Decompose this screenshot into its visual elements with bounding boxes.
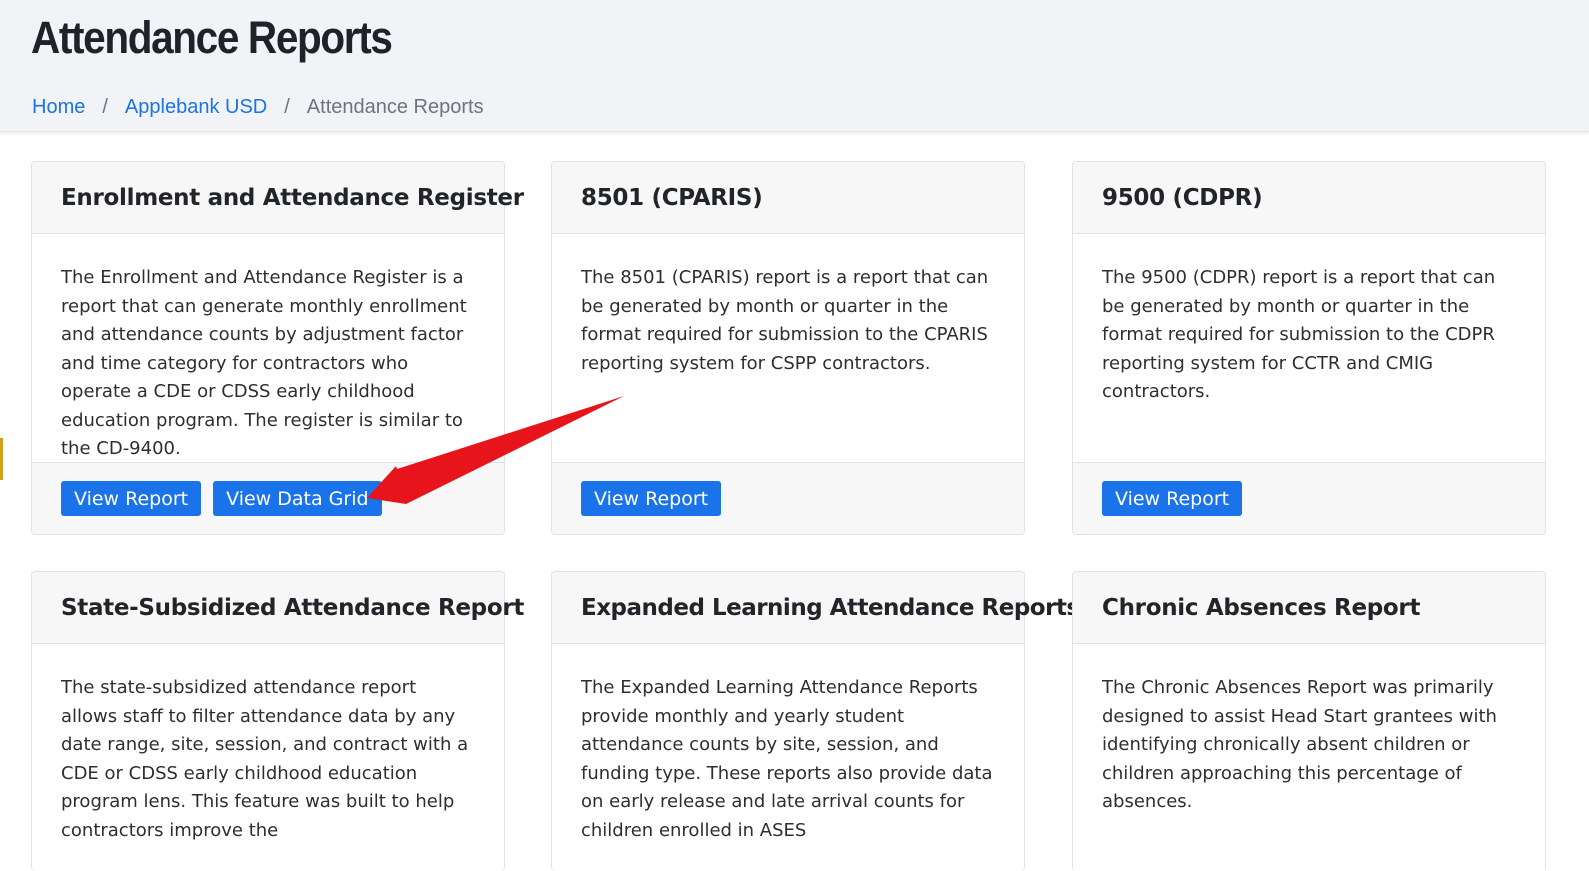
view-report-button[interactable]: View Report: [581, 481, 722, 516]
breadcrumb-separator: /: [102, 96, 108, 118]
card-enrollment-attendance-register: Enrollment and Attendance Register The E…: [31, 161, 524, 535]
card-description: The Enrollment and Attendance Register i…: [61, 267, 467, 459]
view-report-button[interactable]: View Report: [1102, 481, 1243, 516]
card-header: Expanded Learning Attendance Reports: [552, 572, 1080, 644]
breadcrumb-home-link[interactable]: Home: [32, 96, 85, 119]
breadcrumb-current: Attendance Reports: [306, 96, 484, 118]
page-header: Attendance Reports Home / Applebank USD …: [0, 0, 1589, 132]
card-chronic-absences: Chronic Absences Report The Chronic Abse…: [1072, 571, 1546, 871]
card-title: Chronic Absences Report: [1102, 594, 1421, 621]
card-title: 9500 (CDPR): [1102, 184, 1263, 211]
card-title: Enrollment and Attendance Register: [61, 184, 524, 211]
card-header: Enrollment and Attendance Register: [32, 162, 524, 234]
card-description: The 8501 (CPARIS) report is a report tha…: [581, 267, 989, 374]
card-footer: View Report: [1073, 462, 1545, 534]
card-header: State-Subsidized Attendance Report: [32, 572, 524, 644]
card-state-subsidized-attendance: State-Subsidized Attendance Report The s…: [31, 571, 524, 871]
card-header: 9500 (CDPR): [1073, 162, 1545, 234]
card-title: Expanded Learning Attendance Reports: [581, 594, 1080, 621]
card-footer: View Report View Data Grid: [32, 462, 504, 534]
card-9500-cdpr: 9500 (CDPR) The 9500 (CDPR) report is a …: [1072, 161, 1546, 535]
card-expanded-learning-attendance: Expanded Learning Attendance Reports The…: [551, 571, 1080, 871]
page-title: Attendance Reports: [31, 12, 393, 63]
view-report-button[interactable]: View Report: [61, 481, 202, 516]
card-description: The 9500 (CDPR) report is a report that …: [1102, 267, 1496, 402]
breadcrumb-separator: /: [284, 96, 290, 118]
card-description: The Expanded Learning Attendance Reports…: [581, 677, 993, 841]
view-data-grid-button[interactable]: View Data Grid: [213, 481, 382, 516]
card-description: The Chronic Absences Report was primaril…: [1102, 677, 1497, 812]
card-body: The 9500 (CDPR) report is a report that …: [1073, 234, 1545, 407]
breadcrumb: Home / Applebank USD / Attendance Report…: [32, 96, 484, 119]
card-body: The Expanded Learning Attendance Reports…: [552, 644, 1024, 845]
card-body: The Chronic Absences Report was primaril…: [1073, 644, 1545, 817]
card-header: 8501 (CPARIS): [552, 162, 1024, 234]
card-title: State-Subsidized Attendance Report: [61, 594, 525, 621]
card-description: The state-subsidized attendance report a…: [61, 677, 469, 841]
card-header: Chronic Absences Report: [1073, 572, 1545, 644]
card-body: The 8501 (CPARIS) report is a report tha…: [552, 234, 1024, 378]
breadcrumb-district-link[interactable]: Applebank USD: [125, 96, 267, 119]
card-body: The Enrollment and Attendance Register i…: [32, 234, 504, 464]
side-accent-marker: [0, 438, 3, 480]
card-8501-cparis: 8501 (CPARIS) The 8501 (CPARIS) report i…: [551, 161, 1025, 535]
card-footer: View Report: [552, 462, 1024, 534]
card-body: The state-subsidized attendance report a…: [32, 644, 504, 845]
card-title: 8501 (CPARIS): [581, 184, 763, 211]
